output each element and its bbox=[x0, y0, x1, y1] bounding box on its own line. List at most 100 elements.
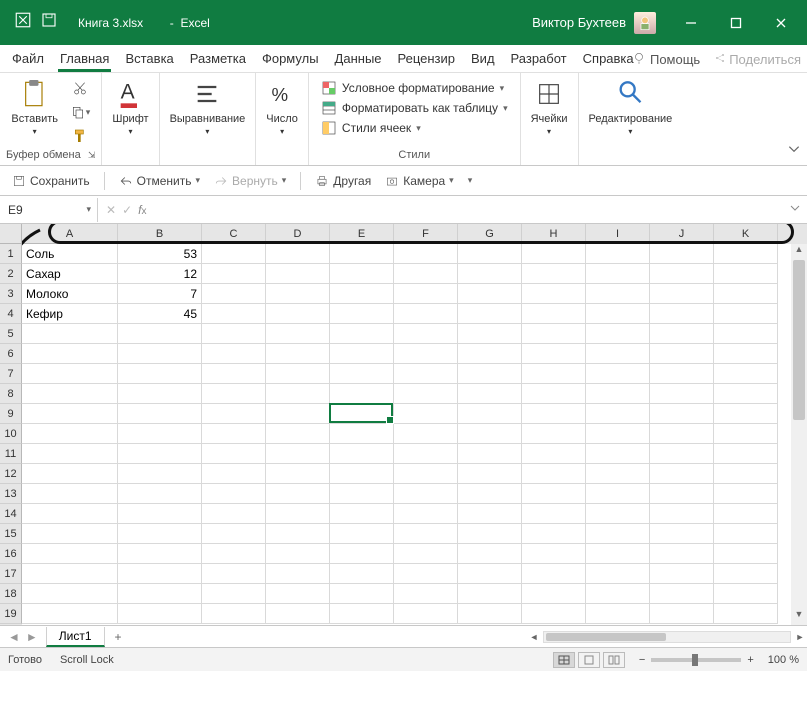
cell-K5[interactable] bbox=[714, 324, 778, 344]
cell-C1[interactable] bbox=[202, 244, 266, 264]
cell-E7[interactable] bbox=[330, 364, 394, 384]
cell-J17[interactable] bbox=[650, 564, 714, 584]
cell-F11[interactable] bbox=[394, 444, 458, 464]
cell-E16[interactable] bbox=[330, 544, 394, 564]
zoom-in-button[interactable]: + bbox=[747, 654, 753, 666]
tab-data[interactable]: Данные bbox=[327, 45, 390, 72]
cell-F15[interactable] bbox=[394, 524, 458, 544]
cell-D10[interactable] bbox=[266, 424, 330, 444]
cell-G15[interactable] bbox=[458, 524, 522, 544]
paste-button[interactable]: Вставить ▾ bbox=[7, 77, 62, 136]
cell-K4[interactable] bbox=[714, 304, 778, 324]
view-normal-button[interactable] bbox=[553, 652, 575, 668]
cell-B5[interactable] bbox=[118, 324, 202, 344]
redo-button[interactable]: Вернуть▾ bbox=[210, 172, 290, 190]
cell-G12[interactable] bbox=[458, 464, 522, 484]
cell-J15[interactable] bbox=[650, 524, 714, 544]
row-header-9[interactable]: 9 bbox=[0, 404, 22, 424]
cell-C15[interactable] bbox=[202, 524, 266, 544]
cell-J18[interactable] bbox=[650, 584, 714, 604]
column-header-K[interactable]: K bbox=[714, 224, 778, 244]
select-all-corner[interactable] bbox=[0, 224, 22, 244]
prev-sheet-icon[interactable]: ◄ bbox=[8, 630, 20, 644]
tab-review[interactable]: Рецензир bbox=[390, 45, 464, 72]
cell-A2[interactable]: Сахар bbox=[22, 264, 118, 284]
cell-H12[interactable] bbox=[522, 464, 586, 484]
cell-C5[interactable] bbox=[202, 324, 266, 344]
cell-D13[interactable] bbox=[266, 484, 330, 504]
cell-H6[interactable] bbox=[522, 344, 586, 364]
cell-I2[interactable] bbox=[586, 264, 650, 284]
cell-H13[interactable] bbox=[522, 484, 586, 504]
cell-A8[interactable] bbox=[22, 384, 118, 404]
cell-F16[interactable] bbox=[394, 544, 458, 564]
cell-E11[interactable] bbox=[330, 444, 394, 464]
format-painter-button[interactable] bbox=[66, 125, 94, 147]
cell-E18[interactable] bbox=[330, 584, 394, 604]
cell-G11[interactable] bbox=[458, 444, 522, 464]
cell-B4[interactable]: 45 bbox=[118, 304, 202, 324]
cell-K8[interactable] bbox=[714, 384, 778, 404]
column-header-J[interactable]: J bbox=[650, 224, 714, 244]
cell-H5[interactable] bbox=[522, 324, 586, 344]
cell-I5[interactable] bbox=[586, 324, 650, 344]
cell-D12[interactable] bbox=[266, 464, 330, 484]
cell-F6[interactable] bbox=[394, 344, 458, 364]
cell-D14[interactable] bbox=[266, 504, 330, 524]
cell-F10[interactable] bbox=[394, 424, 458, 444]
cell-K3[interactable] bbox=[714, 284, 778, 304]
cell-C8[interactable] bbox=[202, 384, 266, 404]
cell-E17[interactable] bbox=[330, 564, 394, 584]
row-header-17[interactable]: 17 bbox=[0, 564, 22, 584]
cell-D2[interactable] bbox=[266, 264, 330, 284]
cells-button[interactable]: Ячейки ▾ bbox=[527, 77, 572, 136]
cell-C2[interactable] bbox=[202, 264, 266, 284]
view-page-layout-button[interactable] bbox=[578, 652, 600, 668]
cell-H2[interactable] bbox=[522, 264, 586, 284]
cell-D5[interactable] bbox=[266, 324, 330, 344]
cancel-icon[interactable]: ✕ bbox=[106, 203, 116, 217]
close-button[interactable] bbox=[758, 0, 803, 45]
cell-K14[interactable] bbox=[714, 504, 778, 524]
cell-G10[interactable] bbox=[458, 424, 522, 444]
number-button[interactable]: % Число ▾ bbox=[262, 77, 302, 136]
cell-I18[interactable] bbox=[586, 584, 650, 604]
spreadsheet-grid[interactable]: 12345678910111213141516171819 ABCDEFGHIJ… bbox=[0, 224, 807, 625]
cell-J19[interactable] bbox=[650, 604, 714, 624]
cell-E14[interactable] bbox=[330, 504, 394, 524]
cell-K7[interactable] bbox=[714, 364, 778, 384]
cell-E4[interactable] bbox=[330, 304, 394, 324]
cell-C3[interactable] bbox=[202, 284, 266, 304]
help-button[interactable]: Помощь bbox=[632, 51, 700, 68]
cell-F9[interactable] bbox=[394, 404, 458, 424]
next-sheet-icon[interactable]: ► bbox=[26, 630, 38, 644]
cell-E1[interactable] bbox=[330, 244, 394, 264]
cell-K1[interactable] bbox=[714, 244, 778, 264]
row-header-14[interactable]: 14 bbox=[0, 504, 22, 524]
enter-icon[interactable]: ✓ bbox=[122, 203, 132, 217]
cell-H19[interactable] bbox=[522, 604, 586, 624]
cell-I6[interactable] bbox=[586, 344, 650, 364]
row-header-5[interactable]: 5 bbox=[0, 324, 22, 344]
cell-F5[interactable] bbox=[394, 324, 458, 344]
cell-A3[interactable]: Молоко bbox=[22, 284, 118, 304]
cell-C6[interactable] bbox=[202, 344, 266, 364]
cell-A18[interactable] bbox=[22, 584, 118, 604]
cell-I1[interactable] bbox=[586, 244, 650, 264]
zoom-value[interactable]: 100 % bbox=[768, 654, 799, 666]
cell-D7[interactable] bbox=[266, 364, 330, 384]
cell-A16[interactable] bbox=[22, 544, 118, 564]
tab-file[interactable]: Файл bbox=[4, 45, 52, 72]
cell-I11[interactable] bbox=[586, 444, 650, 464]
tab-formulas[interactable]: Формулы bbox=[254, 45, 327, 72]
column-header-F[interactable]: F bbox=[394, 224, 458, 244]
cell-C4[interactable] bbox=[202, 304, 266, 324]
row-header-13[interactable]: 13 bbox=[0, 484, 22, 504]
cell-J10[interactable] bbox=[650, 424, 714, 444]
cell-A6[interactable] bbox=[22, 344, 118, 364]
column-header-A[interactable]: A bbox=[22, 224, 118, 244]
cell-F13[interactable] bbox=[394, 484, 458, 504]
other-printer-button[interactable]: Другая bbox=[311, 172, 375, 190]
cell-J6[interactable] bbox=[650, 344, 714, 364]
cell-styles-button[interactable]: Стили ячеек▾ bbox=[319, 119, 510, 137]
